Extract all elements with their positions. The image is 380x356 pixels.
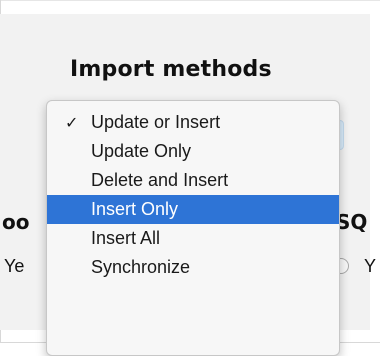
- left-radio-label: Ye: [4, 256, 25, 276]
- frame-top-border: [0, 0, 380, 1]
- menu-item-synchronize[interactable]: Synchronize: [47, 253, 339, 282]
- import-methods-title: Import methods: [70, 57, 272, 82]
- right-radio-label: Y: [364, 256, 377, 276]
- import-methods-dropdown-menu: ✓ Update or Insert Update Only Delete an…: [46, 100, 340, 356]
- menu-item-label: Synchronize: [91, 257, 191, 277]
- menu-item-delete-and-insert[interactable]: Delete and Insert: [47, 166, 339, 195]
- menu-item-label: Update Only: [91, 141, 192, 161]
- menu-item-update-only[interactable]: Update Only: [47, 137, 339, 166]
- menu-item-update-or-insert[interactable]: ✓ Update or Insert: [47, 108, 339, 137]
- checkmark-icon: ✓: [65, 113, 79, 132]
- left-column-header: oo: [2, 210, 30, 234]
- menu-item-label: Delete and Insert: [91, 170, 229, 190]
- menu-item-insert-only[interactable]: Insert Only: [47, 195, 339, 224]
- menu-item-label: Insert All: [91, 228, 161, 248]
- menu-item-label: Insert Only: [91, 199, 179, 219]
- right-column-header: SQ: [336, 210, 368, 234]
- menu-item-insert-all[interactable]: Insert All: [47, 224, 339, 253]
- menu-item-label: Update or Insert: [91, 112, 221, 132]
